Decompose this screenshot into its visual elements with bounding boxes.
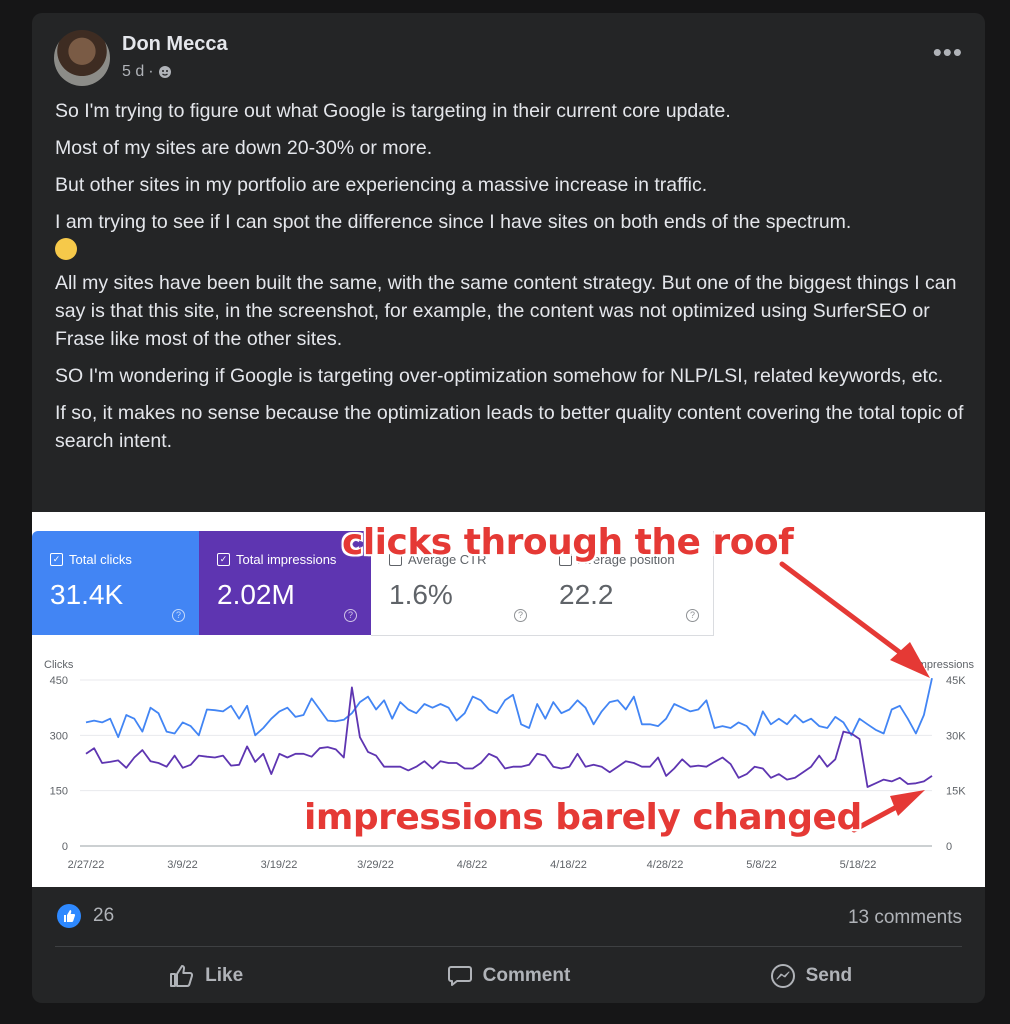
comment-button[interactable]: Comment: [357, 955, 659, 997]
left-tick-label: 450: [50, 675, 68, 687]
x-tick-label: 4/28/22: [647, 859, 684, 871]
paragraph: If so, it makes no sense because the opt…: [55, 402, 964, 452]
paragraph-text: I am trying to see if I can spot the dif…: [55, 211, 852, 233]
annotation-top: clicks through the roof: [342, 522, 794, 563]
series-line: [85, 686, 933, 788]
messenger-icon: [770, 964, 795, 988]
send-label: Send: [805, 965, 853, 986]
comment-icon: [447, 966, 472, 986]
avatar[interactable]: [54, 30, 110, 86]
left-axis-label: Clicks: [44, 659, 74, 671]
x-tick-label: 5/8/22: [746, 859, 777, 871]
left-tick-label: 150: [50, 786, 68, 798]
right-tick-label: 0: [946, 841, 952, 853]
x-tick-label: 5/18/22: [840, 859, 877, 871]
x-tick-label: 3/19/22: [261, 859, 298, 871]
paragraph: All my sites have been built the same, w…: [55, 272, 957, 350]
right-tick-label: 45K: [946, 675, 966, 687]
arrow-shaft: [779, 561, 913, 663]
send-button[interactable]: Send: [660, 955, 962, 997]
post-body: So I'm trying to figure out what Google …: [55, 97, 965, 464]
right-tick-label: 30K: [946, 730, 966, 742]
right-tick-label: 15K: [946, 786, 966, 798]
x-tick-label: 3/9/22: [167, 859, 198, 871]
meta-dot: ·: [148, 63, 154, 80]
x-tick-label: 4/18/22: [550, 859, 587, 871]
reactions[interactable]: 26: [57, 904, 114, 928]
arrow-head: [890, 790, 925, 816]
post-time[interactable]: 5 d: [122, 63, 144, 81]
left-tick-label: 0: [62, 841, 68, 853]
comments-count[interactable]: 13 comments: [848, 907, 962, 929]
comment-label: Comment: [482, 965, 571, 986]
post-meta: 5 d ·: [122, 63, 172, 81]
x-tick-label: 2/27/22: [68, 859, 105, 871]
x-tick-label: 3/29/22: [357, 859, 394, 871]
series-line: [85, 678, 933, 739]
like-button[interactable]: Like: [55, 955, 357, 997]
more-options-icon[interactable]: •••: [933, 39, 963, 65]
like-label: Like: [205, 965, 244, 986]
like-reaction-icon: [57, 904, 81, 928]
audience-icon: [158, 66, 171, 78]
author-name[interactable]: Don Mecca: [122, 33, 228, 56]
paragraph: I am trying to see if I can spot the dif…: [55, 208, 965, 260]
action-bar: Like Comment Send: [55, 955, 962, 997]
paragraph: SO I'm wondering if Google is targeting …: [55, 365, 944, 387]
paragraph: So I'm trying to figure out what Google …: [55, 100, 731, 122]
post-card: Don Mecca 5 d · ••• So I'm trying to fig…: [32, 13, 985, 1003]
paragraph: But other sites in my portfolio are expe…: [55, 174, 708, 196]
screenshot-image[interactable]: ✓ Total clicks 31.4K ? ✓ Total impressions…: [32, 512, 985, 887]
left-tick-label: 300: [50, 730, 68, 742]
divider: [55, 946, 962, 947]
thumbs-up-icon: [170, 965, 194, 987]
thinking-emoji-icon: [55, 238, 77, 260]
annotation-bottom: impressions barely changed: [304, 797, 862, 838]
paragraph: Most of my sites are down 20-30% or more…: [55, 137, 433, 159]
x-tick-label: 4/8/22: [457, 859, 488, 871]
like-count: 26: [93, 905, 115, 926]
